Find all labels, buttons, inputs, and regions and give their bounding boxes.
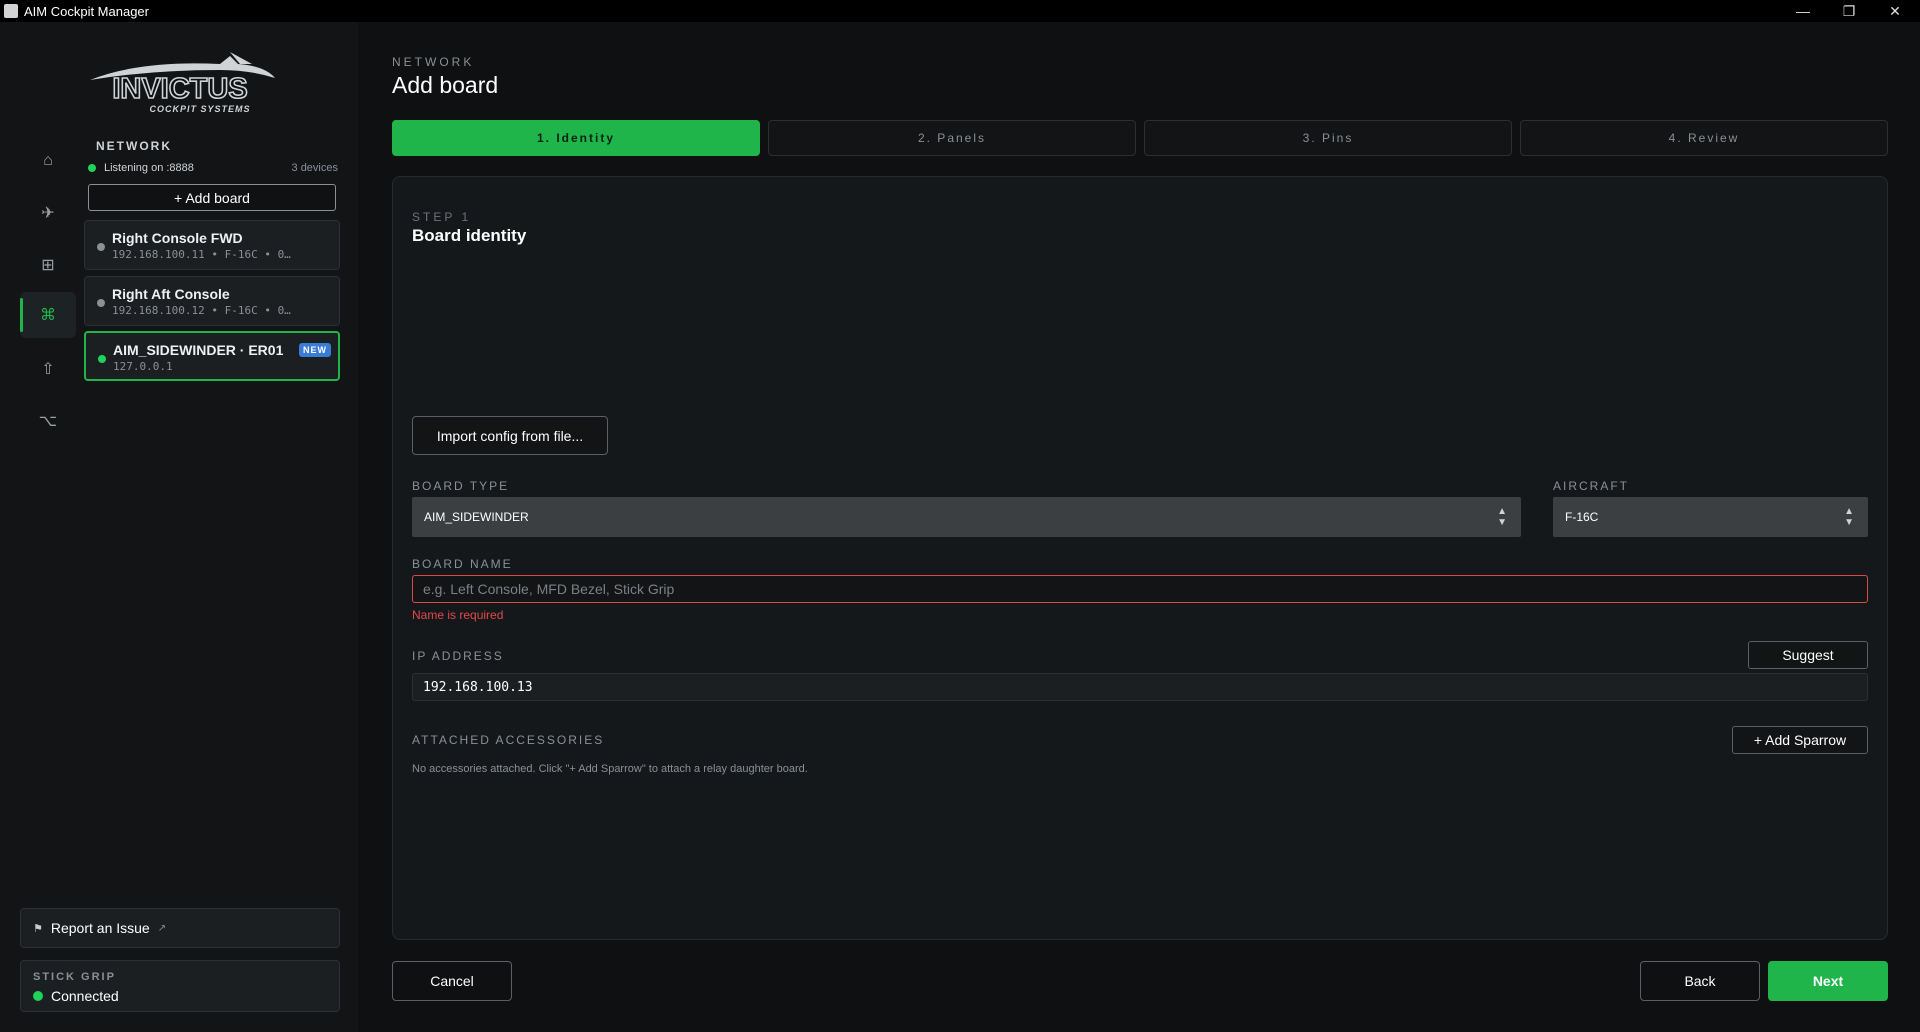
status-dot-icon <box>97 243 105 251</box>
new-badge: NEW <box>299 343 331 357</box>
board-card-right-aft-console[interactable]: Right Aft Console 192.168.100.12 • F-16C… <box>84 276 340 326</box>
next-button[interactable]: Next <box>1768 961 1888 1001</box>
external-link-icon: ↗ <box>157 922 167 934</box>
step-label: STEP 1 <box>412 210 472 224</box>
report-issue-button[interactable]: ⚑ Report an Issue ↗ <box>20 908 340 948</box>
status-dot-icon <box>97 299 105 307</box>
listening-status: Listening on :8888 3 devices <box>88 160 338 176</box>
network-icon[interactable]: ⌘ <box>20 292 76 338</box>
aircraft-icon[interactable]: ✈ <box>20 190 76 236</box>
board-name: Right Console FWD <box>112 230 243 246</box>
select-arrows-icon: ▲ ▼ <box>1844 506 1854 528</box>
board-meta: 192.168.100.11 • F-16C • 0… <box>112 248 291 261</box>
status-dot-icon <box>98 355 106 363</box>
restore-icon[interactable]: ❐ <box>1826 0 1872 22</box>
svg-text:INVICTUS: INVICTUS <box>112 73 247 105</box>
title-bar: AIM Cockpit Manager <box>0 0 1920 22</box>
back-button[interactable]: Back <box>1640 961 1760 1001</box>
board-name-input[interactable] <box>412 575 1868 603</box>
window-title: AIM Cockpit Manager <box>24 3 149 19</box>
online-dot-icon <box>88 164 96 172</box>
board-name: AIM_SIDEWINDER · ER01 <box>113 342 284 358</box>
stick-grip-state-text: Connected <box>51 988 119 1004</box>
aircraft-value: F-16C <box>1565 510 1599 524</box>
home-icon[interactable]: ⌂ <box>20 138 76 184</box>
board-meta: 127.0.0.1 <box>113 360 173 373</box>
board-card-aim-sidewinder[interactable]: AIM_SIDEWINDER · ER01 127.0.0.1 NEW <box>84 331 340 381</box>
stick-grip-status: STICK GRIP Connected <box>20 960 340 1012</box>
stick-grip-state: Connected <box>33 988 119 1004</box>
step-pins[interactable]: 3. Pins <box>1144 120 1512 156</box>
listening-text: Listening on :8888 <box>104 162 194 174</box>
network-section-title: NETWORK <box>96 139 172 153</box>
page-title: Add board <box>392 72 499 98</box>
report-issue-label: Report an Issue <box>50 920 150 936</box>
import-config-button[interactable]: Import config from file... <box>412 416 608 455</box>
close-icon[interactable]: ✕ <box>1872 0 1918 22</box>
device-count: 3 devices <box>291 162 338 174</box>
form-panel <box>392 176 1888 940</box>
select-arrows-icon: ▲ ▼ <box>1497 506 1507 528</box>
cancel-button[interactable]: Cancel <box>392 961 512 1001</box>
branch-icon[interactable]: ⌥ <box>20 398 76 444</box>
board-card-right-console-fwd[interactable]: Right Console FWD 192.168.100.11 • F-16C… <box>84 220 340 270</box>
board-type-value: AIM_SIDEWINDER <box>424 510 529 524</box>
invictus-logo: INVICTUS COCKPIT SYSTEMS <box>90 52 275 114</box>
accessories-empty-note: No accessories attached. Click "+ Add Sp… <box>412 763 808 775</box>
accessories-label: ATTACHED ACCESSORIES <box>412 733 605 747</box>
ip-address-input[interactable]: 192.168.100.13 <box>412 673 1868 701</box>
add-board-button[interactable]: + Add board <box>88 184 336 211</box>
breadcrumb: NETWORK <box>392 55 475 69</box>
nav-rail: ⌂ ✈ ⊞ ⌘ ⇧ ⌥ <box>0 22 84 1032</box>
upload-icon[interactable]: ⇧ <box>20 346 76 392</box>
ip-address-label: IP ADDRESS <box>412 649 504 663</box>
board-type-label: BOARD TYPE <box>412 479 510 493</box>
suggest-button[interactable]: Suggest <box>1748 641 1868 669</box>
connected-dot-icon <box>33 991 43 1001</box>
board-name-error: Name is required <box>412 608 504 622</box>
svg-text:COCKPIT SYSTEMS: COCKPIT SYSTEMS <box>149 104 250 114</box>
board-name-label: BOARD NAME <box>412 557 513 571</box>
board-type-select[interactable]: AIM_SIDEWINDER ▲ ▼ <box>412 497 1521 537</box>
flag-icon: ⚑ <box>33 922 43 935</box>
step-identity[interactable]: 1. Identity <box>392 120 760 156</box>
app-icon <box>4 4 18 18</box>
add-sparrow-button[interactable]: + Add Sparrow <box>1732 726 1868 754</box>
aircraft-label: AIRCRAFT <box>1553 479 1629 493</box>
board-name: Right Aft Console <box>112 286 230 302</box>
aircraft-select[interactable]: F-16C ▲ ▼ <box>1553 497 1868 537</box>
step-panels[interactable]: 2. Panels <box>768 120 1136 156</box>
minimize-icon[interactable]: — <box>1780 0 1826 22</box>
stick-grip-label: STICK GRIP <box>33 971 116 983</box>
step-review[interactable]: 4. Review <box>1520 120 1888 156</box>
step-title: Board identity <box>412 226 527 245</box>
grid-icon[interactable]: ⊞ <box>20 242 76 288</box>
board-meta: 192.168.100.12 • F-16C • 0… <box>112 304 291 317</box>
